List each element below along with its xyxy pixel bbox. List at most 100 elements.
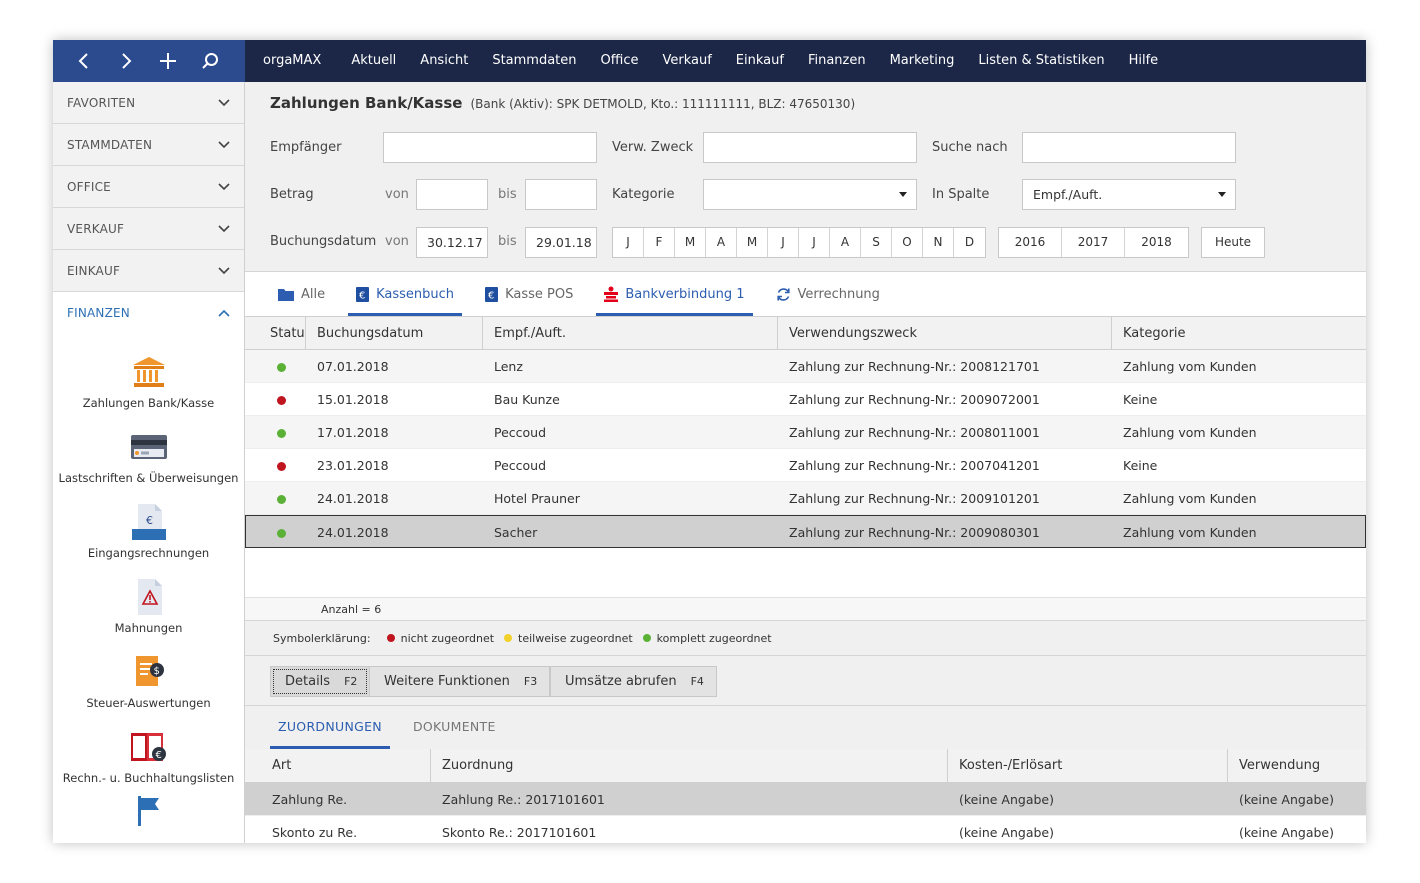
tab-dokumente[interactable]: DOKUMENTE xyxy=(405,705,504,749)
column-header-empf-auft[interactable]: Empf./Auft. xyxy=(483,317,778,349)
verwzweck-input[interactable] xyxy=(703,132,917,163)
month-button[interactable]: J xyxy=(799,228,830,257)
menu-listen-statistiken[interactable]: Listen & Statistiken xyxy=(966,40,1116,82)
datum-von-input[interactable]: 30.12.17 xyxy=(416,227,488,258)
column-header-verwendung[interactable]: Verwendung xyxy=(1228,749,1366,782)
party-cell: Peccoud xyxy=(494,458,547,473)
year-button[interactable]: 2016 xyxy=(999,228,1062,257)
column-header-verwendungszweck[interactable]: Verwendungszweck xyxy=(778,317,1112,349)
weitere-funktionen-button[interactable]: Weitere Funktionen F3 xyxy=(369,666,551,697)
column-header-kategorie[interactable]: Kategorie xyxy=(1112,317,1366,349)
table-row[interactable]: 17.01.2018 Peccoud Zahlung zur Rechnung-… xyxy=(245,416,1366,449)
menu-orgamax[interactable]: orgaMAX xyxy=(245,40,339,82)
tab-label: Alle xyxy=(301,286,326,302)
table-row-selected[interactable]: 24.01.2018 Sacher Zahlung zur Rechnung-N… xyxy=(245,515,1366,548)
main-content: Zahlungen Bank/Kasse (Bank (Aktiv): SPK D… xyxy=(245,82,1366,843)
month-button[interactable]: D xyxy=(954,228,985,257)
table-row[interactable]: 23.01.2018 Peccoud Zahlung zur Rechnung-… xyxy=(245,449,1366,482)
month-button[interactable]: M xyxy=(737,228,768,257)
column-header-zuordnung[interactable]: Zuordnung xyxy=(431,749,948,782)
table-row[interactable]: 24.01.2018 Hotel Prauner Zahlung zur Rec… xyxy=(245,482,1366,515)
tab-alle[interactable]: Alle xyxy=(270,272,333,316)
table-row[interactable]: 15.01.2018 Bau Kunze Zahlung zur Rechnun… xyxy=(245,383,1366,416)
menu-einkauf[interactable]: Einkauf xyxy=(724,40,796,82)
tab-verrechnung[interactable]: Verrechnung xyxy=(768,272,888,316)
umsaetze-abrufen-button[interactable]: Umsätze abrufen F4 xyxy=(550,666,717,697)
menu-office[interactable]: Office xyxy=(589,40,651,82)
sidebar-item-mahnungen[interactable]: Mahnungen xyxy=(53,569,244,644)
inspalte-select[interactable]: Empf./Auft. xyxy=(1022,179,1236,210)
sidebar-item-lastschriften[interactable]: Lastschriften & Überweisungen xyxy=(53,419,244,494)
sidebar-section-verkauf[interactable]: VERKAUF xyxy=(53,208,244,250)
sidebar-item-buchhaltungslisten[interactable]: € Rechn.- u. Buchhaltungslisten xyxy=(53,719,244,794)
purpose-cell: Zahlung zur Rechnung-Nr.: 2009072001 xyxy=(789,392,1040,407)
betrag-bis-label: bis xyxy=(498,187,517,202)
month-button[interactable]: N xyxy=(923,228,954,257)
sidebar-section-finanzen[interactable]: FINANZEN xyxy=(53,292,244,334)
column-header-status[interactable]: Status xyxy=(245,317,306,349)
month-button[interactable]: J xyxy=(768,228,799,257)
sidebar-item-steuer[interactable]: $ Steuer-Auswertungen xyxy=(53,644,244,719)
month-button[interactable]: S xyxy=(861,228,892,257)
tab-kasse-pos[interactable]: € Kasse POS xyxy=(477,272,581,316)
menu-finanzen[interactable]: Finanzen xyxy=(796,40,878,82)
year-button[interactable]: 2017 xyxy=(1062,228,1125,257)
sidebar-item-zahlungen[interactable]: Zahlungen Bank/Kasse xyxy=(53,344,244,419)
today-button[interactable]: Heute xyxy=(1201,227,1265,258)
sidebar-item-label: Eingangsrechnungen xyxy=(87,546,210,560)
month-button[interactable]: A xyxy=(706,228,737,257)
chevron-left-icon xyxy=(78,53,88,69)
shortcut-key: F3 xyxy=(523,675,538,688)
menu-stammdaten[interactable]: Stammdaten xyxy=(480,40,588,82)
back-button[interactable] xyxy=(63,40,105,82)
column-header-buchungsdatum[interactable]: Buchungsdatum xyxy=(306,317,483,349)
menu-aktuell[interactable]: Aktuell xyxy=(339,40,408,82)
sidebar-item-flag[interactable] xyxy=(53,794,244,826)
menu-marketing[interactable]: Marketing xyxy=(878,40,967,82)
sidebar-section-favoriten[interactable]: FAVORITEN xyxy=(53,82,244,124)
date-cell: 24.01.2018 xyxy=(317,525,389,540)
search-button[interactable] xyxy=(189,40,231,82)
menu-verkauf[interactable]: Verkauf xyxy=(650,40,723,82)
invoice-in-icon: € xyxy=(131,504,166,540)
suche-label: Suche nach xyxy=(932,140,1008,155)
purpose-cell: Zahlung zur Rechnung-Nr.: 2007041201 xyxy=(789,458,1040,473)
table-row[interactable]: Skonto zu Re. Skonto Re.: 2017101601 (ke… xyxy=(245,816,1366,843)
tab-zuordnungen[interactable]: ZUORDNUNGEN xyxy=(270,705,390,749)
table-row[interactable]: 07.01.2018 Lenz Zahlung zur Rechnung-Nr.… xyxy=(245,350,1366,383)
menu-hilfe[interactable]: Hilfe xyxy=(1117,40,1171,82)
suche-input[interactable] xyxy=(1022,132,1236,163)
tab-kassenbuch[interactable]: € Kassenbuch xyxy=(348,272,463,316)
table-row-selected[interactable]: Zahlung Re. Zahlung Re.: 2017101601 (kei… xyxy=(245,783,1366,816)
legend-dot-green xyxy=(642,634,651,642)
bank-icon xyxy=(132,357,165,387)
month-button[interactable]: F xyxy=(644,228,675,257)
sidebar-section-stammdaten[interactable]: STAMMDATEN xyxy=(53,124,244,166)
sidebar-section-office[interactable]: OFFICE xyxy=(53,166,244,208)
betrag-label: Betrag xyxy=(270,187,314,202)
legend-dot-red xyxy=(386,634,395,642)
flag-icon xyxy=(137,796,159,826)
shortcut-key: F2 xyxy=(344,675,358,688)
forward-button[interactable] xyxy=(105,40,147,82)
month-button[interactable]: M xyxy=(675,228,706,257)
betrag-bis-input[interactable] xyxy=(525,179,597,210)
month-button[interactable]: O xyxy=(892,228,923,257)
add-button[interactable] xyxy=(147,40,189,82)
tab-bankverbindung-1[interactable]: Bankverbindung 1 xyxy=(596,272,753,316)
sidebar-section-einkauf[interactable]: EINKAUF xyxy=(53,250,244,292)
sync-icon xyxy=(776,287,790,301)
year-button[interactable]: 2018 xyxy=(1125,228,1188,257)
month-button[interactable]: J xyxy=(613,228,644,257)
pos-icon: € xyxy=(485,286,499,302)
details-button[interactable]: Details F2 xyxy=(270,666,371,697)
month-button[interactable]: A xyxy=(830,228,861,257)
betrag-von-input[interactable] xyxy=(416,179,488,210)
column-header-art[interactable]: Art xyxy=(245,749,431,782)
sidebar-item-eingangsrechnungen[interactable]: € Eingangsrechnungen xyxy=(53,494,244,569)
kategorie-select[interactable] xyxy=(703,179,917,210)
menu-ansicht[interactable]: Ansicht xyxy=(408,40,480,82)
empfaenger-input[interactable] xyxy=(383,132,597,163)
datum-bis-input[interactable]: 29.01.18 xyxy=(525,227,597,258)
column-header-kosten-erloesart[interactable]: Kosten-/Erlösart xyxy=(948,749,1228,782)
